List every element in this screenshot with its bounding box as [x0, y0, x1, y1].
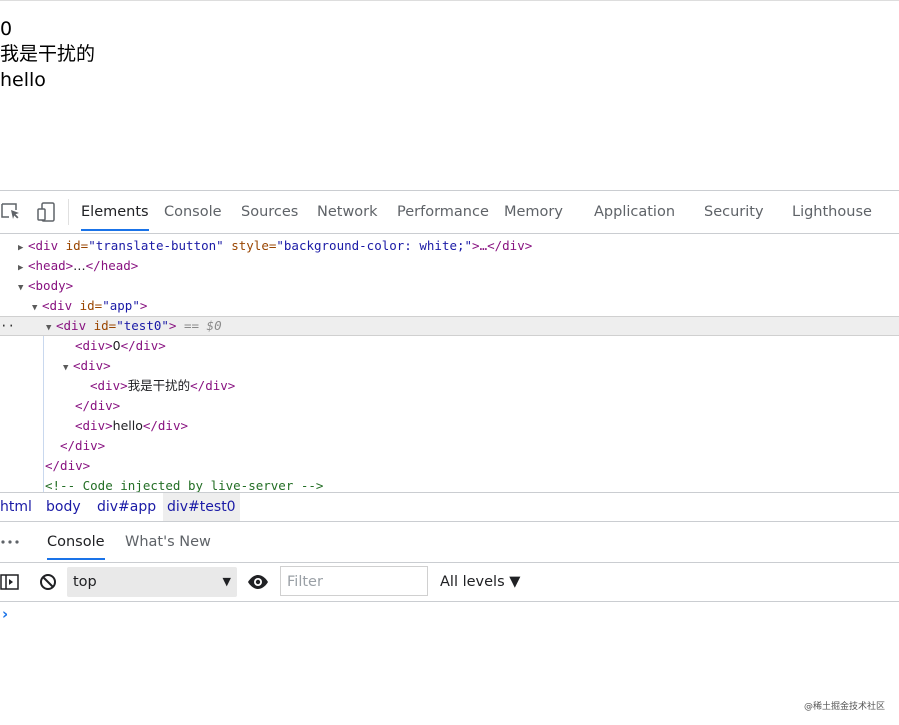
breadcrumb-div-app[interactable]: div#app	[93, 493, 160, 521]
filter-input[interactable]: Filter	[280, 566, 428, 596]
dom-node-close-test0: </div>	[60, 438, 106, 453]
dom-node-div-hello[interactable]: <div>hello</div>	[0, 416, 899, 436]
node-menu-dots[interactable]: ··	[0, 317, 46, 335]
expand-arrow-icon[interactable]: ▶	[18, 258, 28, 278]
page-text-interference: 我是干扰的	[0, 43, 96, 65]
dom-node-translate-button[interactable]: ▶ <div id="translate-button" style="backg…	[0, 236, 899, 256]
dom-node-app[interactable]: ▼ <div id="app">	[0, 296, 899, 316]
tab-sources[interactable]: Sources	[241, 191, 298, 233]
breadcrumb-html[interactable]: html	[0, 493, 36, 521]
page-viewport: 0 我是干扰的 hello	[0, 0, 899, 191]
tab-elements[interactable]: Elements	[81, 191, 149, 233]
log-levels-dropdown[interactable]: All levels ▼	[440, 563, 520, 601]
expand-arrow-icon[interactable]: ▶	[18, 238, 28, 258]
tab-network[interactable]: Network	[317, 191, 378, 233]
dom-tree: ▶ <div id="translate-button" style="backg…	[0, 234, 899, 492]
page-text-hello: hello	[0, 69, 46, 91]
console-prompt[interactable]: ›	[2, 605, 8, 623]
collapse-arrow-icon[interactable]: ▼	[32, 298, 42, 318]
dom-node-body[interactable]: ▼ <body>	[0, 276, 899, 296]
tab-application[interactable]: Application	[594, 191, 675, 233]
drawer-tabbar: Console What's New	[0, 522, 899, 563]
tab-lighthouse[interactable]: Lighthouse	[792, 191, 872, 233]
console-toolbar: top ▼ Filter All levels ▼	[0, 563, 899, 602]
dom-node-close-wrapper: </div>	[75, 398, 121, 413]
dropdown-arrow-icon: ▼	[222, 575, 231, 588]
context-value: top	[73, 574, 97, 590]
inspect-element-icon[interactable]	[0, 201, 22, 223]
dom-node-div-interference[interactable]: <div>我是干扰的</div>	[0, 376, 899, 396]
tabbar-separator	[68, 199, 69, 225]
collapse-arrow-icon[interactable]: ▼	[46, 319, 56, 337]
drawer-menu-icon[interactable]	[0, 532, 20, 556]
dom-node-div-0[interactable]: <div>0</div>	[0, 336, 899, 356]
devtools-panel: Elements Console Sources Network Perform…	[0, 190, 899, 725]
breadcrumb-body[interactable]: body	[42, 493, 85, 521]
drawer-tab-whats-new[interactable]: What's New	[125, 522, 211, 562]
dom-node-comment[interactable]: <!-- Code injected by live-server -->	[0, 476, 899, 492]
devtools-tabbar: Elements Console Sources Network Perform…	[0, 191, 899, 234]
drawer-tab-console[interactable]: Console	[47, 522, 105, 562]
breadcrumb: html body div#app div#test0	[0, 492, 899, 522]
dom-node-head[interactable]: ▶ <head>…</head>	[0, 256, 899, 276]
tab-memory[interactable]: Memory	[504, 191, 563, 233]
dom-node-close-app: </div>	[45, 458, 91, 473]
dom-node-test0-selected[interactable]: ·· ▼ <div id="test0"> == $0	[0, 316, 899, 336]
tab-security[interactable]: Security	[704, 191, 764, 233]
dom-node-div-wrapper[interactable]: ▼ <div>	[0, 356, 899, 376]
device-toolbar-icon[interactable]	[36, 201, 58, 223]
clear-console-icon[interactable]	[38, 572, 58, 596]
collapse-arrow-icon[interactable]: ▼	[63, 358, 73, 378]
tab-console[interactable]: Console	[164, 191, 222, 233]
eye-icon[interactable]	[247, 572, 269, 596]
breadcrumb-div-test0[interactable]: div#test0	[163, 493, 240, 521]
watermark: @稀土掘金技术社区	[803, 702, 885, 712]
context-selector[interactable]: top ▼	[67, 567, 237, 597]
tab-performance[interactable]: Performance	[397, 191, 489, 233]
sidebar-toggle-icon[interactable]	[0, 572, 20, 596]
page-text-0: 0	[0, 18, 13, 40]
collapse-arrow-icon[interactable]: ▼	[18, 278, 28, 298]
